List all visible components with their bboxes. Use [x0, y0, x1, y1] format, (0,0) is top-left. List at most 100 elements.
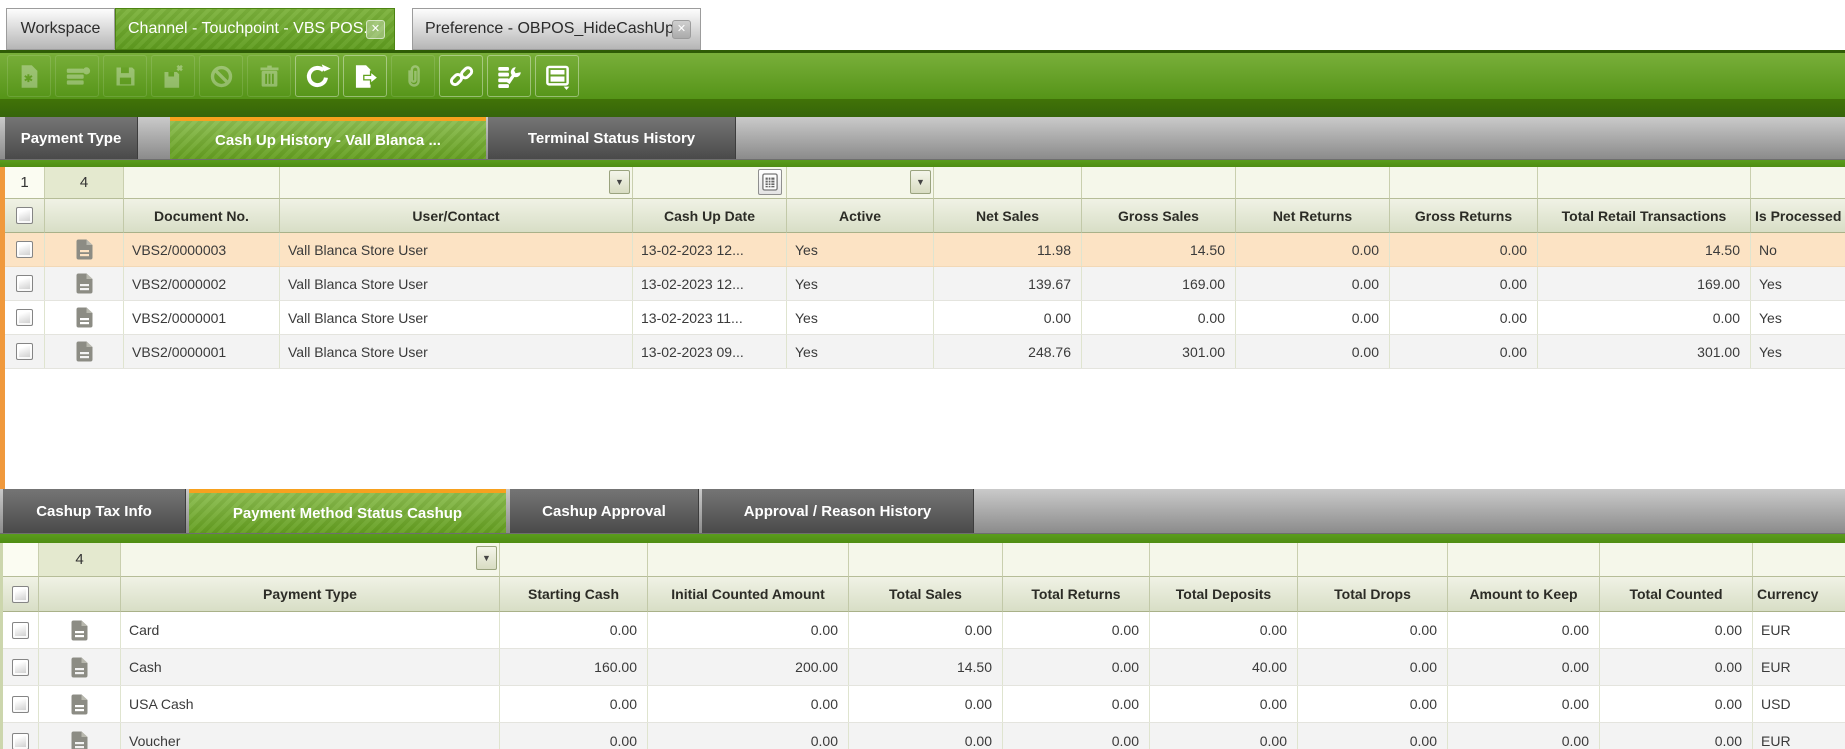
link-to-record-icon[interactable]	[439, 55, 483, 97]
filter-total-counted[interactable]	[1600, 543, 1753, 577]
filter-total-deposits[interactable]	[1150, 543, 1298, 577]
row-select-cell	[3, 723, 39, 749]
filter-gross-sales[interactable]	[1082, 167, 1236, 199]
tab-workspace[interactable]: Workspace	[6, 8, 115, 50]
row-checkbox[interactable]	[16, 343, 33, 360]
chevron-down-icon[interactable]: ▼	[609, 170, 630, 194]
table-row[interactable]: VBS2/0000002 Vall Blanca Store User 13-0…	[5, 267, 1845, 301]
filter-total-sales[interactable]	[849, 543, 1003, 577]
tab-terminal-status-history[interactable]: Terminal Status History	[488, 117, 736, 159]
new-row-in-grid-icon[interactable]	[55, 55, 99, 97]
col-total-sales[interactable]: Total Sales	[849, 577, 1003, 612]
row-checkbox[interactable]	[12, 695, 29, 713]
window-views-icon[interactable]	[535, 55, 579, 97]
export-grid-icon[interactable]	[343, 55, 387, 97]
record-icon[interactable]	[39, 723, 121, 749]
select-all-cell	[5, 199, 45, 233]
filter-net-returns[interactable]	[1236, 167, 1390, 199]
tab-payment-type[interactable]: Payment Type	[5, 117, 138, 159]
cell-gross-returns: 0.00	[1390, 233, 1538, 266]
row-checkbox[interactable]	[16, 241, 33, 258]
tab-approval-reason-history[interactable]: Approval / Reason History	[702, 489, 974, 533]
col-document-no[interactable]: Document No.	[124, 199, 280, 233]
save-and-close-icon[interactable]	[151, 55, 195, 97]
col-starting-cash[interactable]: Starting Cash	[500, 577, 648, 612]
tab-cash-up-history[interactable]: Cash Up History - Vall Blanca ...	[170, 117, 486, 159]
filter-payment-type[interactable]: ▼	[121, 543, 500, 577]
col-user-contact[interactable]: User/Contact	[280, 199, 633, 233]
filter-total-drops[interactable]	[1298, 543, 1448, 577]
col-initial-counted-amount[interactable]: Initial Counted Amount	[648, 577, 849, 612]
row-checkbox[interactable]	[16, 275, 33, 292]
record-icon[interactable]	[45, 267, 124, 300]
table-row[interactable]: Voucher 0.00 0.00 0.00 0.00 0.00 0.00 0.…	[3, 723, 1845, 749]
audit-trail-icon[interactable]	[487, 55, 531, 97]
col-currency[interactable]: Currency	[1753, 577, 1845, 612]
col-amount-to-keep[interactable]: Amount to Keep	[1448, 577, 1600, 612]
col-cash-up-date[interactable]: Cash Up Date	[633, 199, 787, 233]
col-active[interactable]: Active	[787, 199, 934, 233]
child-tab-bar-bottom: Cashup Tax Info Payment Method Status Ca…	[0, 489, 1845, 534]
row-checkbox[interactable]	[12, 658, 29, 676]
chevron-down-icon[interactable]: ▼	[910, 170, 931, 194]
filter-cash-up-date[interactable]	[633, 167, 787, 199]
col-total-drops[interactable]: Total Drops	[1298, 577, 1448, 612]
new-document-icon[interactable]	[7, 55, 51, 97]
tab-preference[interactable]: Preference - OBPOS_HideCashUpl... ✕	[412, 8, 701, 50]
tab-payment-method-status-cashup[interactable]: Payment Method Status Cashup	[189, 489, 506, 533]
refresh-icon[interactable]	[295, 55, 339, 97]
delete-icon[interactable]	[247, 55, 291, 97]
row-checkbox[interactable]	[12, 621, 29, 639]
attachments-icon[interactable]	[391, 55, 435, 97]
save-icon[interactable]	[103, 55, 147, 97]
filter-is-processed[interactable]	[1751, 167, 1845, 199]
filter-user-contact[interactable]: ▼	[280, 167, 633, 199]
filter-active[interactable]: ▼	[787, 167, 934, 199]
col-total-counted[interactable]: Total Counted	[1600, 577, 1753, 612]
date-picker-icon[interactable]	[758, 169, 782, 195]
undo-icon[interactable]	[199, 55, 243, 97]
col-net-returns[interactable]: Net Returns	[1236, 199, 1390, 233]
filter-total-returns[interactable]	[1003, 543, 1150, 577]
tab-cashup-approval[interactable]: Cashup Approval	[510, 489, 699, 533]
filter-starting-cash[interactable]	[500, 543, 648, 577]
tab-workspace-label: Workspace	[20, 20, 101, 37]
table-row[interactable]: USA Cash 0.00 0.00 0.00 0.00 0.00 0.00 0…	[3, 686, 1845, 723]
filter-document-no[interactable]	[124, 167, 280, 199]
select-all-checkbox[interactable]	[16, 207, 33, 224]
col-payment-type[interactable]: Payment Type	[121, 577, 500, 612]
col-gross-sales[interactable]: Gross Sales	[1082, 199, 1236, 233]
col-gross-returns[interactable]: Gross Returns	[1390, 199, 1538, 233]
record-icon[interactable]	[45, 335, 124, 368]
col-net-sales[interactable]: Net Sales	[934, 199, 1082, 233]
record-icon[interactable]	[39, 612, 121, 648]
filter-total-retail-transactions[interactable]	[1538, 167, 1751, 199]
close-icon[interactable]: ✕	[672, 19, 691, 39]
record-icon[interactable]	[39, 649, 121, 685]
close-icon[interactable]: ✕	[366, 19, 385, 39]
filter-initial-counted-amount[interactable]	[648, 543, 849, 577]
col-total-deposits[interactable]: Total Deposits	[1150, 577, 1298, 612]
chevron-down-icon[interactable]: ▼	[476, 546, 497, 570]
table-row[interactable]: VBS2/0000001 Vall Blanca Store User 13-0…	[5, 301, 1845, 335]
filter-net-sales[interactable]	[934, 167, 1082, 199]
filter-gross-returns[interactable]	[1390, 167, 1538, 199]
tab-cashup-tax-info[interactable]: Cashup Tax Info	[3, 489, 186, 533]
table-row[interactable]: Cash 160.00 200.00 14.50 0.00 40.00 0.00…	[3, 649, 1845, 686]
selected-count	[3, 543, 39, 577]
filter-amount-to-keep[interactable]	[1448, 543, 1600, 577]
table-row[interactable]: VBS2/0000003 Vall Blanca Store User 13-0…	[5, 233, 1845, 267]
col-is-processed[interactable]: Is Processed	[1751, 199, 1845, 233]
record-icon[interactable]	[45, 301, 124, 334]
filter-currency[interactable]	[1753, 543, 1845, 577]
record-icon[interactable]	[45, 233, 124, 266]
record-icon[interactable]	[39, 686, 121, 722]
row-checkbox[interactable]	[16, 309, 33, 326]
col-total-retail-transactions[interactable]: Total Retail Transactions	[1538, 199, 1751, 233]
tab-channel-touchpoint[interactable]: Channel - Touchpoint - VBS POS... ✕	[115, 8, 395, 50]
table-row[interactable]: VBS2/0000001 Vall Blanca Store User 13-0…	[5, 335, 1845, 369]
row-checkbox[interactable]	[12, 732, 29, 749]
col-total-returns[interactable]: Total Returns	[1003, 577, 1150, 612]
select-all-checkbox[interactable]	[12, 585, 29, 603]
table-row[interactable]: Card 0.00 0.00 0.00 0.00 0.00 0.00 0.00 …	[3, 612, 1845, 649]
